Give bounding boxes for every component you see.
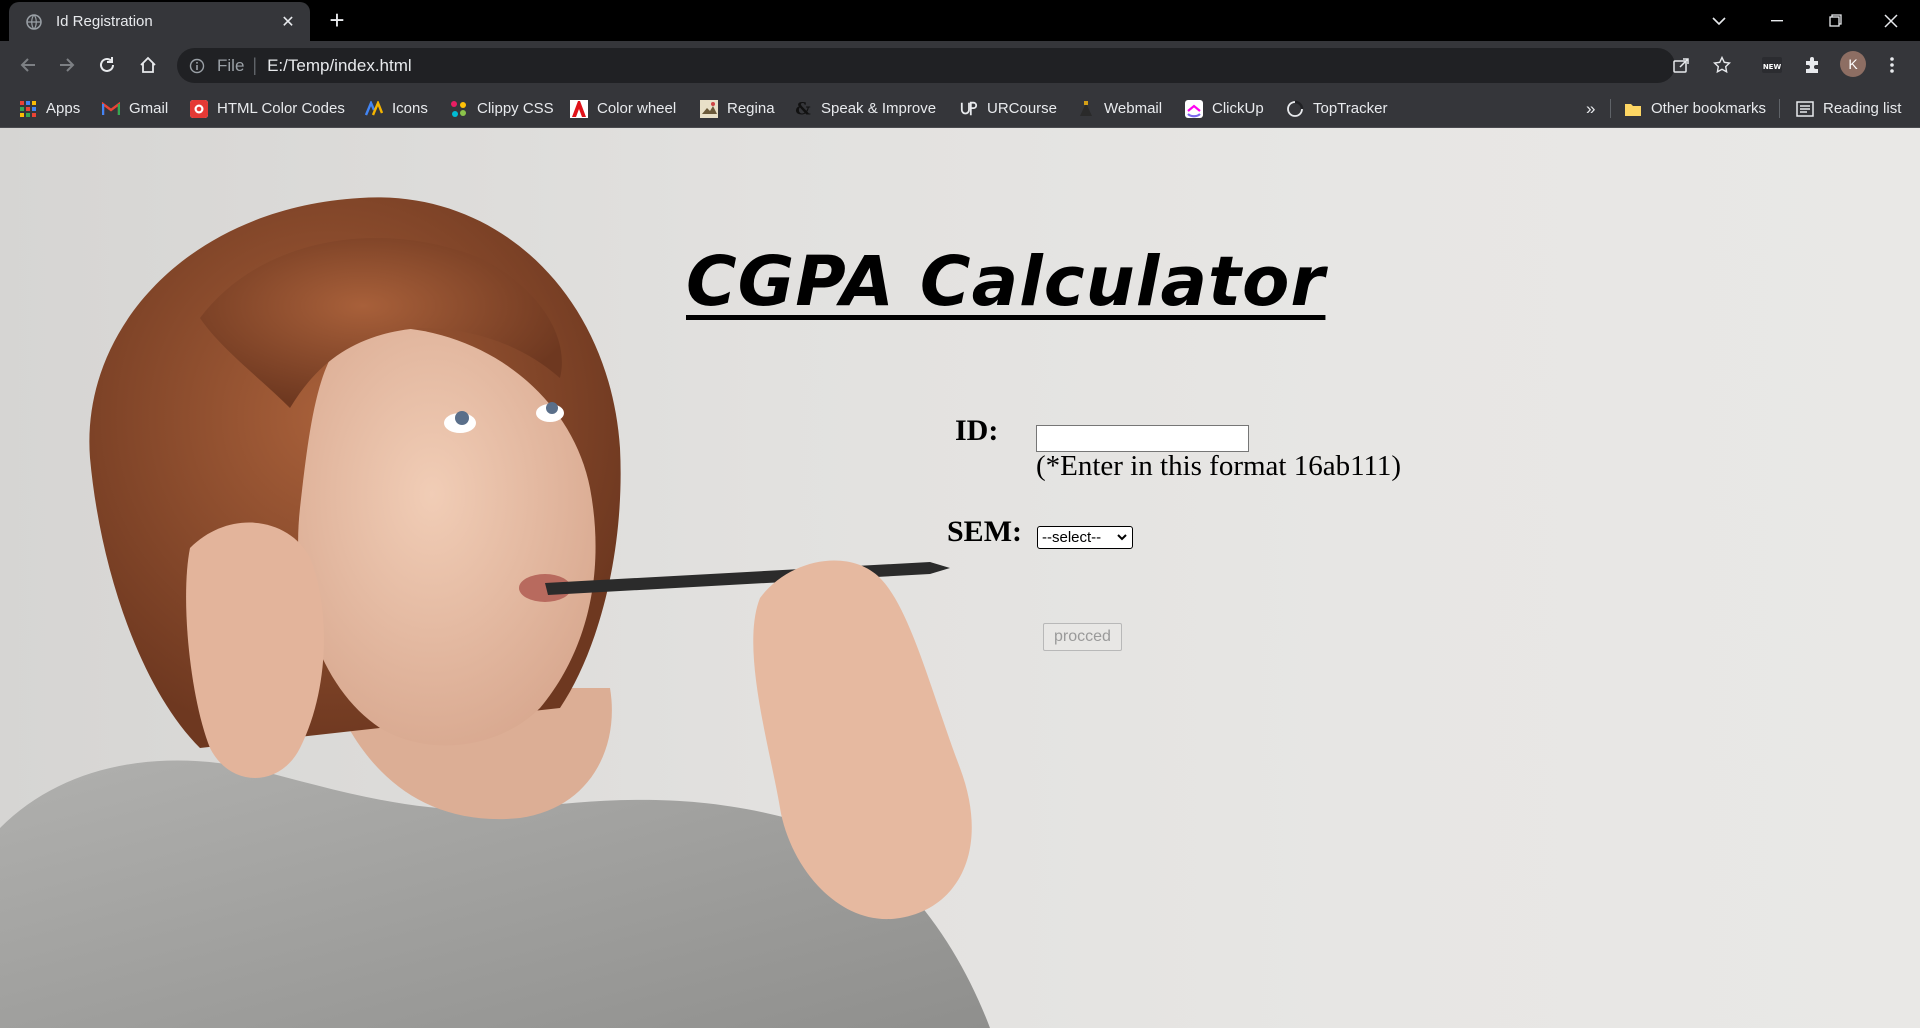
forward-arrow-icon <box>60 58 75 72</box>
reload-button[interactable] <box>92 50 122 80</box>
profile-avatar[interactable]: K <box>1840 51 1866 77</box>
url-scheme: File <box>217 55 245 75</box>
bookmark-label: Apps <box>46 100 81 117</box>
bookmark-label: Icons <box>392 100 428 117</box>
bookmark-label: TopTracker <box>1313 100 1388 117</box>
urcourse-icon <box>960 100 978 118</box>
close-icon <box>1884 13 1898 28</box>
bookmark-label: Reading list <box>1823 100 1902 117</box>
extensions-button[interactable] <box>1798 51 1826 79</box>
sem-selected-value: --select-- <box>1042 529 1102 546</box>
back-arrow-icon <box>20 58 35 72</box>
bookmarks-overflow-button[interactable]: » <box>1586 89 1595 128</box>
minimize-icon <box>1771 19 1783 21</box>
restore-button[interactable] <box>1806 0 1864 41</box>
clippy-css-icon <box>450 100 468 118</box>
restore-icon <box>1828 14 1842 27</box>
speak-improve-icon: & <box>794 99 812 119</box>
webmail-icon <box>1077 100 1095 118</box>
bookmark-apps[interactable]: Apps <box>19 89 80 128</box>
bookmark-divider <box>1610 99 1611 118</box>
bookmark-gmail[interactable]: Gmail <box>102 89 168 128</box>
new-tab-button[interactable]: + <box>323 7 351 35</box>
bookmark-icons[interactable]: Icons <box>365 89 428 128</box>
address-bar[interactable]: File | E:/Temp/index.html <box>177 48 1675 83</box>
url-separator: | <box>252 55 258 75</box>
sem-label: SEM: <box>947 515 1022 548</box>
bookmark-label: Clippy CSS <box>477 100 554 117</box>
back-button[interactable] <box>13 50 43 80</box>
share-icon <box>1673 58 1689 73</box>
bookmark-star-button[interactable] <box>1708 51 1736 79</box>
icons-icon <box>365 100 383 118</box>
adobe-icon <box>570 99 588 118</box>
share-button[interactable] <box>1667 51 1695 79</box>
close-window-button[interactable] <box>1862 0 1920 41</box>
more-vert-icon <box>1890 57 1894 73</box>
extension-new-button[interactable]: NEW <box>1758 51 1786 79</box>
browser-toolbar: File | E:/Temp/index.html NEW <box>0 41 1920 89</box>
page-viewport: CGPA Calculator ID: (*Enter in this form… <box>0 128 1920 1028</box>
tab-strip: Id Registration ✕ + <box>0 0 1920 41</box>
close-tab-icon[interactable]: ✕ <box>278 12 298 32</box>
bookmark-label: Regina <box>727 100 775 117</box>
forward-button[interactable] <box>52 50 82 80</box>
proceed-button[interactable]: procced <box>1043 623 1122 651</box>
svg-text:NEW: NEW <box>1763 63 1782 71</box>
star-icon <box>1713 56 1731 74</box>
bookmarks-bar: Apps Gmail HTML Color Codes Icons Clippy… <box>0 89 1920 128</box>
new-extension-icon: NEW <box>1762 57 1782 73</box>
toptracker-icon <box>1286 100 1304 118</box>
id-label: ID: <box>955 414 999 447</box>
chrome-menu-button[interactable] <box>1878 51 1906 79</box>
id-format-hint: (*Enter in this format 16ab111) <box>1036 450 1402 482</box>
bookmark-label: URCourse <box>987 100 1058 117</box>
reload-icon <box>100 57 114 72</box>
bookmark-html-color-codes[interactable]: HTML Color Codes <box>190 89 345 128</box>
bookmark-divider <box>1779 99 1780 118</box>
html-color-codes-icon <box>190 99 208 118</box>
bookmark-label: Speak & Improve <box>821 100 937 117</box>
bookmark-label: Gmail <box>129 100 169 117</box>
home-button[interactable] <box>133 50 163 80</box>
bookmark-other-bookmarks[interactable]: Other bookmarks <box>1624 89 1766 128</box>
svg-text:&: & <box>795 99 811 119</box>
reading-list-button[interactable]: Reading list <box>1796 89 1901 128</box>
apps-grid-icon <box>19 100 37 118</box>
bookmark-color-wheel[interactable]: Color wheel <box>570 89 676 128</box>
info-icon[interactable] <box>189 58 205 74</box>
bookmark-label: Other bookmarks <box>1651 100 1767 117</box>
tab-title: Id Registration <box>56 13 153 30</box>
bookmark-webmail[interactable]: Webmail <box>1077 89 1162 128</box>
chevron-down-icon <box>1117 534 1127 541</box>
home-icon <box>140 56 156 73</box>
page-title: CGPA Calculator <box>686 242 1326 322</box>
regina-icon <box>700 99 718 118</box>
browser-tab[interactable]: Id Registration ✕ <box>9 2 310 41</box>
bookmark-label: HTML Color Codes <box>217 100 345 117</box>
folder-icon <box>1624 100 1642 118</box>
bookmark-label: Webmail <box>1104 100 1163 117</box>
minimize-button[interactable] <box>1748 0 1806 41</box>
sem-select[interactable]: --select-- <box>1037 526 1133 549</box>
url-text[interactable]: E:/Temp/index.html <box>267 56 412 76</box>
gmail-icon <box>102 100 120 118</box>
clickup-icon <box>1185 99 1203 118</box>
id-input[interactable] <box>1036 425 1249 452</box>
reading-list-icon <box>1796 100 1814 118</box>
puzzle-icon <box>1806 57 1818 73</box>
globe-icon <box>26 13 42 30</box>
tab-search-button[interactable] <box>1690 0 1748 41</box>
chevron-down-icon <box>1712 16 1726 25</box>
bookmark-clippy-css[interactable]: Clippy CSS <box>450 89 554 128</box>
bookmark-label: ClickUp <box>1212 100 1264 117</box>
bookmark-speak-improve[interactable]: & Speak & Improve <box>794 89 936 128</box>
bookmark-clickup[interactable]: ClickUp <box>1185 89 1264 128</box>
bookmark-urcourse[interactable]: URCourse <box>960 89 1057 128</box>
bookmark-label: Color wheel <box>597 100 677 117</box>
bookmark-regina[interactable]: Regina <box>700 89 775 128</box>
bookmark-toptracker[interactable]: TopTracker <box>1286 89 1387 128</box>
